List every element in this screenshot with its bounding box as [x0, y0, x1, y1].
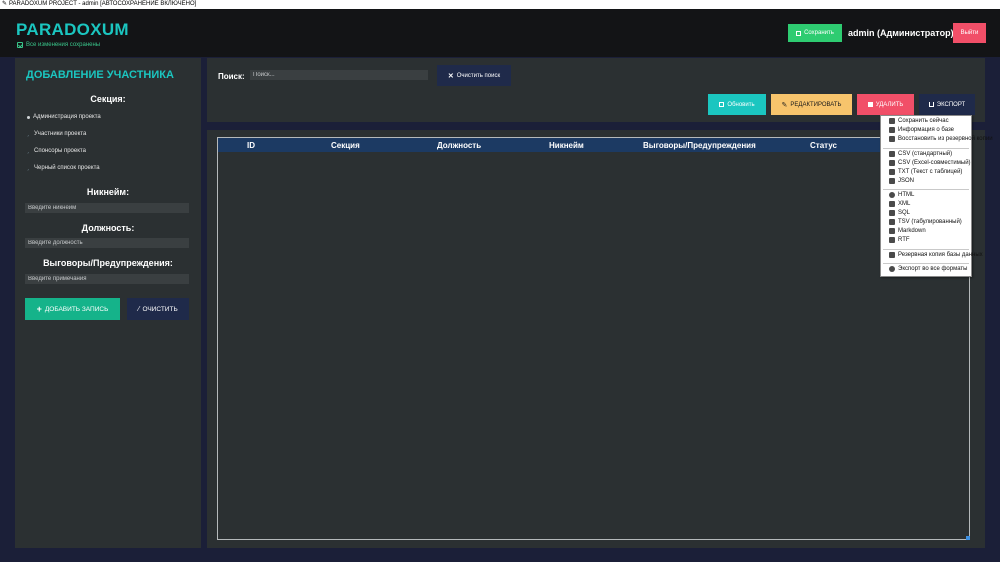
- warnings-input[interactable]: [25, 274, 189, 284]
- column-header-status[interactable]: Статус: [810, 141, 837, 150]
- menu-item-tsv[interactable]: TSV (табулированный): [889, 219, 962, 225]
- section-radio-blacklist[interactable]: ˏ Черный список проекта: [27, 165, 100, 171]
- delete-button[interactable]: УДАЛИТЬ: [857, 94, 914, 115]
- records-panel: ID Секция Должность Никнейм Выговоры/Пре…: [207, 130, 985, 548]
- position-label: Должность:: [81, 223, 135, 233]
- menu-item-txt[interactable]: TXT (Текст с таблицей): [889, 169, 962, 175]
- menu-item-xml[interactable]: XML: [889, 201, 910, 207]
- app-header: PARADOXUM Все изменения сохранены Сохран…: [0, 9, 1000, 57]
- position-input[interactable]: [25, 238, 189, 248]
- search-input[interactable]: [250, 70, 428, 80]
- menu-item-html[interactable]: HTML: [889, 192, 914, 198]
- check-icon: [17, 42, 23, 48]
- download-icon: [928, 102, 934, 107]
- column-header-section[interactable]: Секция: [331, 141, 360, 150]
- radio-selected-icon: [27, 115, 30, 119]
- pencil-icon: ✎: [781, 101, 788, 109]
- radio-icon: ˏ: [27, 148, 29, 154]
- plus-icon: +: [36, 304, 42, 314]
- menu-item-export-all[interactable]: Экспорт во все форматы: [889, 266, 967, 272]
- nickname-label: Никнейм:: [86, 187, 130, 197]
- globe-icon: [889, 192, 895, 198]
- brush-icon: ⁄: [138, 305, 140, 313]
- resize-grip[interactable]: [966, 536, 970, 540]
- clear-form-button[interactable]: ⁄ ОЧИСТИТЬ: [127, 298, 189, 320]
- file-icon: [889, 219, 895, 225]
- panel-title: ДОБАВЛЕНИЕ УЧАСТНИКА: [26, 69, 174, 81]
- clear-search-button[interactable]: ✕ Очистить поиск: [437, 65, 511, 86]
- column-header-warnings[interactable]: Выговоры/Предупреждения: [643, 141, 756, 150]
- logout-button[interactable]: Выйти: [953, 23, 986, 43]
- refresh-icon: [719, 102, 725, 107]
- menu-separator: [883, 263, 969, 264]
- section-radio-sponsors[interactable]: ˏ Спонсоры проекта: [27, 148, 86, 154]
- menu-item-db-backup[interactable]: Резервная копия базы данных: [889, 252, 983, 258]
- menu-item-csv-excel[interactable]: CSV (Excel-совместимый): [889, 160, 971, 166]
- save-button[interactable]: Сохранить: [788, 24, 842, 42]
- menu-item-rtf[interactable]: RTF: [889, 237, 910, 243]
- section-label: Секция:: [90, 94, 126, 104]
- menu-item-markdown[interactable]: Markdown: [889, 228, 926, 234]
- close-icon: ✕: [447, 72, 454, 80]
- menu-item-restore[interactable]: Восстановить из резервной копии: [889, 136, 993, 142]
- save-icon: [889, 118, 895, 124]
- info-icon: [889, 127, 895, 133]
- section-radio-members[interactable]: ˏ Участники проекта: [27, 131, 86, 137]
- menu-item-json[interactable]: JSON: [889, 178, 914, 184]
- export-button[interactable]: ЭКСПОРТ: [919, 94, 975, 115]
- records-table[interactable]: ID Секция Должность Никнейм Выговоры/Пре…: [217, 137, 970, 540]
- window-title: PARADOXUM PROJECT - admin [АВТОСОХРАНЕНИ…: [9, 1, 197, 7]
- trash-icon: [867, 102, 873, 107]
- save-status: Все изменения сохранены: [17, 42, 100, 48]
- add-record-button[interactable]: + ДОБАВИТЬ ЗАПИСЬ: [25, 298, 120, 320]
- table-header: ID Секция Должность Никнейм Выговоры/Пре…: [218, 138, 969, 152]
- menu-item-csv[interactable]: CSV (стандартный): [889, 151, 952, 157]
- file-icon: [889, 160, 895, 166]
- toolbar-panel: Поиск: ✕ Очистить поиск Обновить ✎ РЕДАК…: [207, 58, 985, 122]
- database-icon: [889, 210, 895, 216]
- menu-item-sql[interactable]: SQL: [889, 210, 910, 216]
- restore-icon: [889, 136, 895, 142]
- file-icon: [889, 228, 895, 234]
- add-member-panel: ДОБАВЛЕНИЕ УЧАСТНИКА Секция: Администрац…: [15, 58, 201, 548]
- section-radio-admin[interactable]: Администрация проекта: [27, 114, 101, 120]
- current-user: admin (Администратор): [848, 28, 954, 38]
- column-header-id[interactable]: ID: [247, 141, 255, 150]
- menu-separator: [883, 249, 969, 250]
- radio-icon: ˏ: [27, 131, 29, 137]
- search-label: Поиск:: [218, 72, 245, 81]
- brand-logo: PARADOXUM: [16, 20, 129, 39]
- export-all-icon: [889, 266, 895, 272]
- menu-separator: [883, 148, 969, 149]
- file-icon: [889, 237, 895, 243]
- menu-separator: [883, 189, 969, 190]
- edit-button[interactable]: ✎ РЕДАКТИРОВАТЬ: [771, 94, 852, 115]
- export-menu: Сохранить сейчас Информация о базе Восст…: [880, 115, 993, 277]
- column-header-position[interactable]: Должность: [437, 141, 481, 150]
- warnings-label: Выговоры/Предупреждения:: [43, 258, 173, 268]
- radio-icon: ˏ: [27, 165, 29, 171]
- column-header-nickname[interactable]: Никнейм: [549, 141, 584, 150]
- menu-item-db-info[interactable]: Информация о базе: [889, 127, 954, 133]
- backup-icon: [889, 252, 895, 258]
- nickname-input[interactable]: [25, 203, 189, 213]
- save-icon: [796, 30, 802, 36]
- window-titlebar: ✎ PARADOXUM PROJECT - admin [АВТОСОХРАНЕН…: [0, 0, 1000, 9]
- file-icon: [889, 178, 895, 184]
- refresh-button[interactable]: Обновить: [708, 94, 766, 115]
- file-icon: [889, 169, 895, 175]
- app-icon: ✎: [2, 1, 8, 7]
- save-status-text: Все изменения сохранены: [26, 42, 101, 48]
- file-icon: [889, 201, 895, 207]
- file-icon: [889, 151, 895, 157]
- menu-item-save-now[interactable]: Сохранить сейчас: [889, 118, 949, 124]
